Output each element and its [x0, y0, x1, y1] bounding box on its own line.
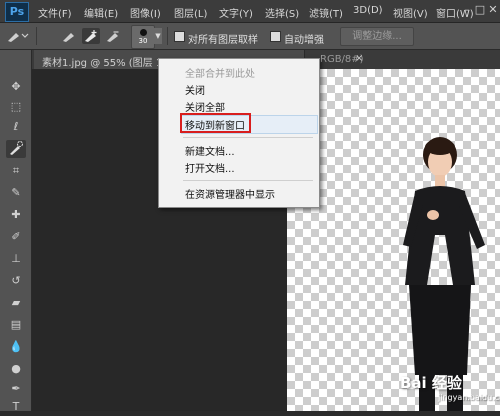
add-selection-brush-icon[interactable]	[82, 28, 100, 44]
new-selection-brush-icon[interactable]	[60, 28, 78, 44]
brush-size-picker[interactable]: 30	[131, 25, 155, 49]
menu-layer[interactable]: 图层(L)	[174, 5, 207, 20]
brush-dot-icon	[140, 29, 147, 36]
menu-image[interactable]: 图像(I)	[130, 5, 161, 20]
baidu-jingyan-url: jingyan.baidu.com	[438, 393, 500, 402]
sample-all-layers-label: 对所有图层取样	[188, 35, 258, 46]
annotation-red-box	[180, 113, 251, 133]
menu-item-show-in-explorer[interactable]: 在资源管理器中显示	[185, 186, 275, 201]
healing-brush-tool-icon[interactable]: ✚	[6, 206, 26, 224]
context-menu-separator	[183, 137, 313, 138]
eraser-tool-icon[interactable]: ▰	[6, 294, 26, 312]
menu-bar: Ps 文件(F) 编辑(E) 图像(I) 图层(L) 文字(Y) 选择(S) 滤…	[0, 0, 500, 23]
history-brush-tool-icon[interactable]: ↺	[6, 272, 26, 290]
photoshop-logo: Ps	[5, 2, 29, 22]
tool-preset-icon[interactable]	[6, 28, 29, 44]
menu-select[interactable]: 选择(S)	[265, 5, 299, 20]
menu-item-consolidate-all[interactable]: 全部合并到此处	[185, 65, 255, 80]
maximize-button[interactable]: □	[473, 3, 487, 17]
refine-edge-button[interactable]: 调整边缘...	[340, 27, 414, 46]
menu-item-close[interactable]: 关闭	[185, 82, 205, 97]
close-window-button[interactable]: ✕	[486, 3, 500, 17]
baidu-jingyan-watermark: Bai 经验	[400, 374, 462, 392]
brush-size-value: 30	[138, 37, 148, 45]
tools-panel: ✥ ⬚ ℓ ⌗ ✎ ✚ ✐ ⊥ ↺ ▰ ▤ 💧 ● ✒ T	[0, 50, 32, 413]
menu-type[interactable]: 文字(Y)	[219, 5, 253, 20]
pen-tool-icon[interactable]: ✒	[6, 380, 26, 398]
document-tab-title: 素材1.jpg @ 55% (图层 1,	[42, 58, 166, 69]
menu-filter[interactable]: 滤镜(T)	[309, 5, 343, 20]
quick-selection-tool-icon[interactable]	[6, 140, 26, 158]
move-tool-icon[interactable]: ✥	[6, 78, 26, 96]
sample-all-layers-checkbox[interactable]	[174, 31, 185, 42]
menu-file[interactable]: 文件(F)	[38, 5, 72, 20]
menu-item-new-document[interactable]: 新建文档...	[185, 143, 235, 158]
menu-item-open-document[interactable]: 打开文档...	[185, 160, 235, 175]
eyedropper-tool-icon[interactable]: ✎	[6, 184, 26, 202]
menu-item-close-all[interactable]: 关闭全部	[185, 99, 225, 114]
options-bar: 30 ▼ 对所有图层取样 自动增强 调整边缘...	[0, 23, 500, 50]
crop-tool-icon[interactable]: ⌗	[6, 162, 26, 180]
type-tool-icon[interactable]: T	[6, 398, 26, 416]
blur-tool-icon[interactable]: 💧	[6, 338, 26, 356]
menu-view[interactable]: 视图(V)	[393, 5, 428, 20]
lasso-tool-icon[interactable]: ℓ	[6, 118, 26, 136]
auto-enhance-checkbox[interactable]	[270, 31, 281, 42]
marquee-tool-icon[interactable]: ⬚	[6, 98, 26, 116]
gradient-tool-icon[interactable]: ▤	[6, 316, 26, 334]
clone-stamp-tool-icon[interactable]: ⊥	[6, 250, 26, 268]
woman-figure-image	[403, 137, 485, 411]
context-menu-separator	[183, 180, 313, 181]
brush-tool-icon[interactable]: ✐	[6, 228, 26, 246]
tab-close-icon[interactable]: ×	[355, 53, 363, 64]
auto-enhance-label: 自动增强	[284, 35, 324, 46]
dodge-tool-icon[interactable]: ●	[6, 360, 26, 378]
subtract-selection-brush-icon[interactable]	[104, 28, 122, 44]
menu-3d[interactable]: 3D(D)	[353, 5, 383, 16]
chevron-down-icon[interactable]: ▼	[154, 28, 162, 44]
menu-edit[interactable]: 编辑(E)	[84, 5, 118, 20]
minimize-button[interactable]: –	[460, 3, 474, 17]
tab-context-menu: 全部合并到此处 关闭 关闭全部 移动到新窗口 新建文档... 打开文档... 在…	[158, 58, 320, 208]
